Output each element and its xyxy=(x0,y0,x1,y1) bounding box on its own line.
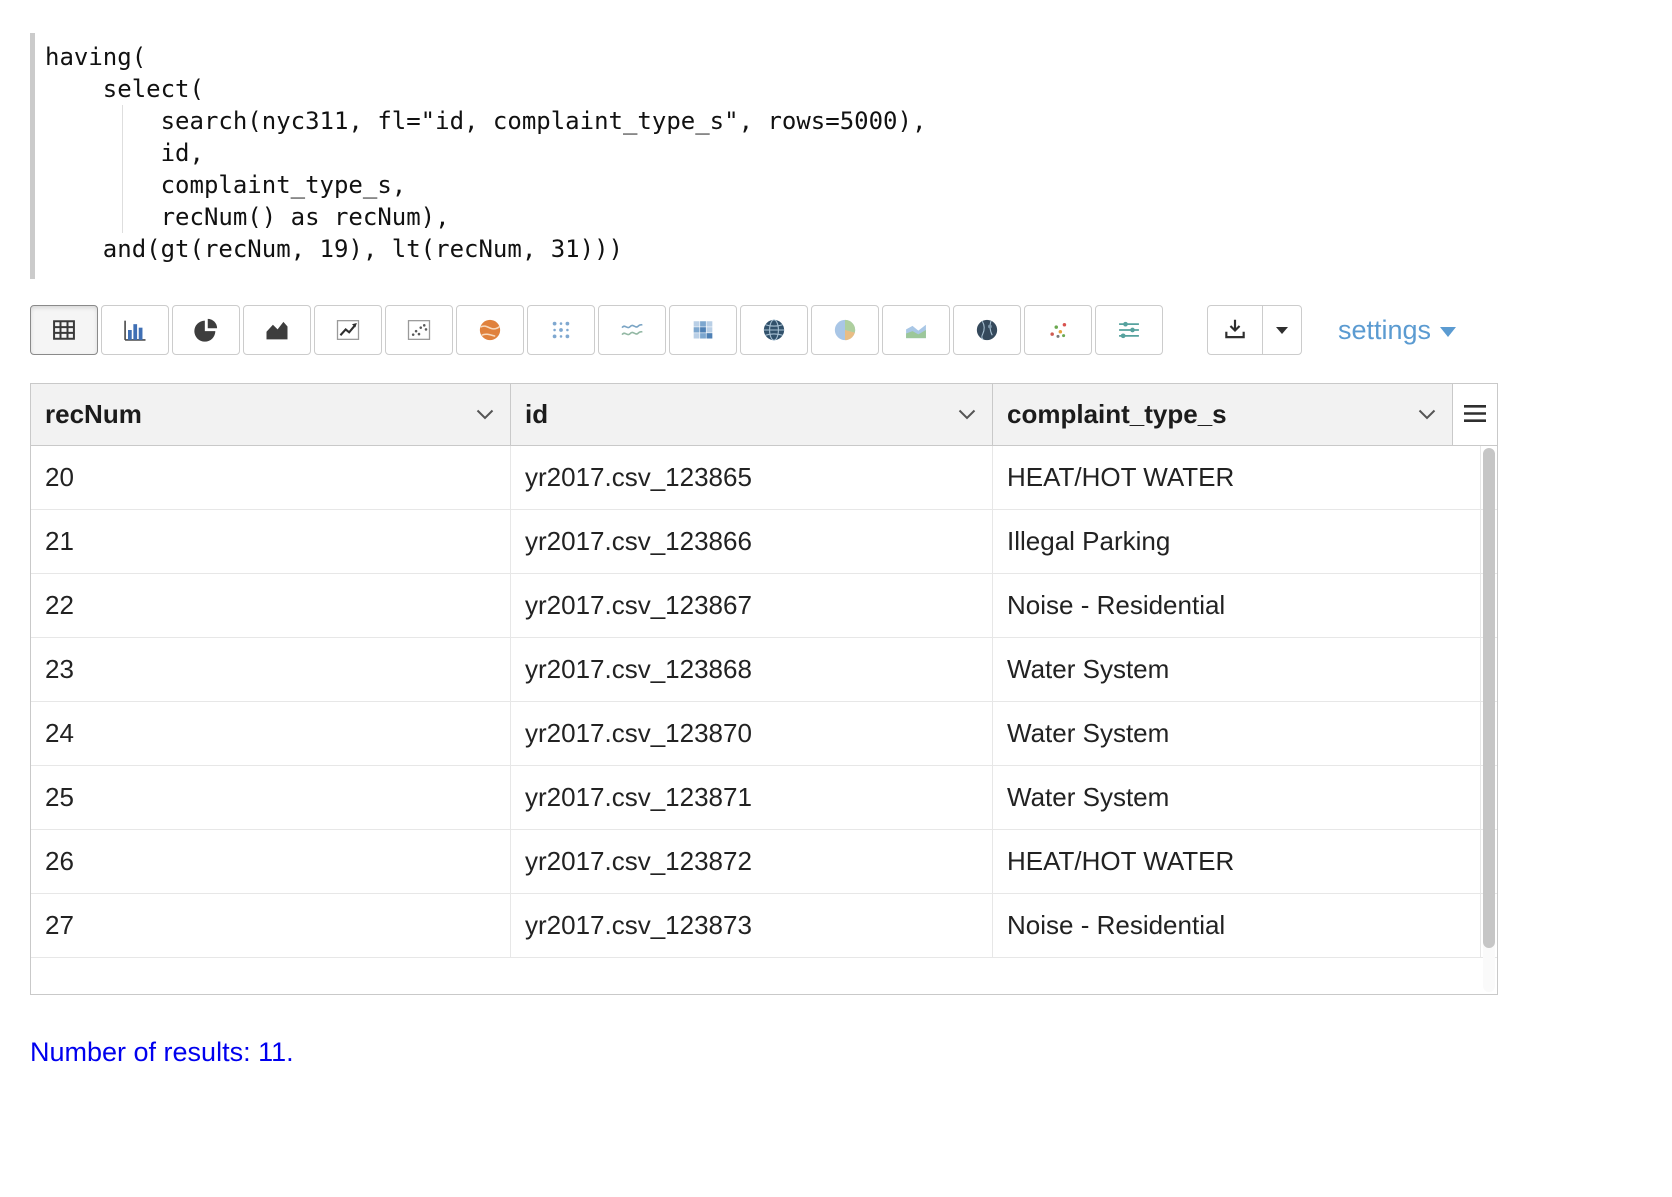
bar-chart-viz-button[interactable] xyxy=(101,305,169,355)
area-chart-icon xyxy=(263,316,291,344)
line-chart-icon xyxy=(334,316,362,344)
scatter-chart-viz-button[interactable] xyxy=(385,305,453,355)
indent-guide xyxy=(122,105,123,233)
table-cell: 27 xyxy=(31,894,511,957)
code-text[interactable]: having( select( search(nyc311, fl="id, c… xyxy=(45,41,1642,265)
area-chart-viz-button[interactable] xyxy=(243,305,311,355)
spark-lines-viz-button[interactable] xyxy=(598,305,666,355)
query-editor[interactable]: having( select( search(nyc311, fl="id, c… xyxy=(30,33,1642,279)
table-row: 26yr2017.csv_123872HEAT/HOT WATER xyxy=(31,830,1497,894)
table-cell: 23 xyxy=(31,638,511,701)
table-body: 20yr2017.csv_123865HEAT/HOT WATER21yr201… xyxy=(31,446,1497,994)
table-cell: 22 xyxy=(31,574,511,637)
viz-toolbar-buttons xyxy=(30,305,1163,355)
table-cell: yr2017.csv_123867 xyxy=(511,574,993,637)
chevron-down-icon[interactable] xyxy=(1418,409,1436,420)
scrollbar-thumb[interactable] xyxy=(1483,448,1495,948)
heatmap-icon xyxy=(689,316,717,344)
dot-matrix-viz-button[interactable] xyxy=(527,305,595,355)
table-cell: 25 xyxy=(31,766,511,829)
table-viz-button[interactable] xyxy=(30,305,98,355)
filter-sliders-viz-button[interactable] xyxy=(1095,305,1163,355)
table-cell: yr2017.csv_123870 xyxy=(511,702,993,765)
table-cell: Noise - Residential xyxy=(993,894,1481,957)
table-cell: Water System xyxy=(993,638,1481,701)
table-row: 20yr2017.csv_123865HEAT/HOT WATER xyxy=(31,446,1497,510)
pie-colored-viz-button[interactable] xyxy=(811,305,879,355)
table-header-row: recNum id complaint_type_s xyxy=(31,384,1497,446)
table-menu-button[interactable] xyxy=(1453,384,1497,445)
table-cell: yr2017.csv_123866 xyxy=(511,510,993,573)
chevron-down-icon[interactable] xyxy=(476,409,494,420)
column-label: recNum xyxy=(45,399,142,430)
globe-earth-viz-button[interactable] xyxy=(740,305,808,355)
globe-orange-icon xyxy=(476,316,504,344)
table-cell: HEAT/HOT WATER xyxy=(993,830,1481,893)
table-cell: yr2017.csv_123871 xyxy=(511,766,993,829)
table-cell: yr2017.csv_123865 xyxy=(511,446,993,509)
table-row: 21yr2017.csv_123866Illegal Parking xyxy=(31,510,1497,574)
results-table: recNum id complaint_type_s 20yr2017.csv_… xyxy=(30,383,1498,995)
settings-label: settings xyxy=(1338,315,1431,346)
table-cell: Illegal Parking xyxy=(993,510,1481,573)
caret-down-icon xyxy=(1275,323,1289,338)
column-header-complaint-type[interactable]: complaint_type_s xyxy=(993,384,1453,445)
column-label: id xyxy=(525,399,548,430)
download-icon xyxy=(1222,316,1248,345)
bar-chart-icon xyxy=(121,316,149,344)
menu-icon xyxy=(1463,399,1487,430)
pie-colored-icon xyxy=(831,316,859,344)
globe-dark-icon xyxy=(973,316,1001,344)
scatter-colored-icon xyxy=(1044,316,1072,344)
scatter-colored-viz-button[interactable] xyxy=(1024,305,1092,355)
results-count: Number of results: 11. xyxy=(30,1037,1642,1068)
download-dropdown-button[interactable] xyxy=(1262,305,1302,355)
table-cell: Water System xyxy=(993,766,1481,829)
table-cell: yr2017.csv_123872 xyxy=(511,830,993,893)
column-header-id[interactable]: id xyxy=(511,384,993,445)
table-cell: yr2017.csv_123873 xyxy=(511,894,993,957)
table-cell: yr2017.csv_123868 xyxy=(511,638,993,701)
download-button[interactable] xyxy=(1207,305,1263,355)
globe-earth-icon xyxy=(760,316,788,344)
table-row: 23yr2017.csv_123868Water System xyxy=(31,638,1497,702)
table-cell: Noise - Residential xyxy=(993,574,1481,637)
table-cell: 24 xyxy=(31,702,511,765)
table-row: 25yr2017.csv_123871Water System xyxy=(31,766,1497,830)
table-row: 24yr2017.csv_123870Water System xyxy=(31,702,1497,766)
settings-caret-icon xyxy=(1440,327,1456,337)
pie-chart-viz-button[interactable] xyxy=(172,305,240,355)
table-icon xyxy=(50,316,78,344)
line-chart-viz-button[interactable] xyxy=(314,305,382,355)
dot-matrix-icon xyxy=(547,316,575,344)
chevron-down-icon[interactable] xyxy=(958,409,976,420)
table-cell: HEAT/HOT WATER xyxy=(993,446,1481,509)
viz-toolbar: settings xyxy=(30,305,1642,355)
table-body-rows: 20yr2017.csv_123865HEAT/HOT WATER21yr201… xyxy=(31,446,1497,958)
table-cell: Water System xyxy=(993,702,1481,765)
area-colored-icon xyxy=(902,316,930,344)
column-header-recnum[interactable]: recNum xyxy=(31,384,511,445)
export-group xyxy=(1207,305,1302,355)
spark-lines-icon xyxy=(618,316,646,344)
table-cell: 20 xyxy=(31,446,511,509)
scatter-chart-icon xyxy=(405,316,433,344)
pie-chart-icon xyxy=(192,316,220,344)
column-label: complaint_type_s xyxy=(1007,399,1227,430)
table-row: 27yr2017.csv_123873Noise - Residential xyxy=(31,894,1497,958)
settings-link[interactable]: settings xyxy=(1338,315,1456,346)
globe-dark-viz-button[interactable] xyxy=(953,305,1021,355)
table-row: 22yr2017.csv_123867Noise - Residential xyxy=(31,574,1497,638)
filter-sliders-icon xyxy=(1115,316,1143,344)
heatmap-viz-button[interactable] xyxy=(669,305,737,355)
table-cell: 26 xyxy=(31,830,511,893)
table-cell: 21 xyxy=(31,510,511,573)
vertical-scrollbar[interactable] xyxy=(1483,448,1495,992)
area-colored-viz-button[interactable] xyxy=(882,305,950,355)
globe-orange-viz-button[interactable] xyxy=(456,305,524,355)
